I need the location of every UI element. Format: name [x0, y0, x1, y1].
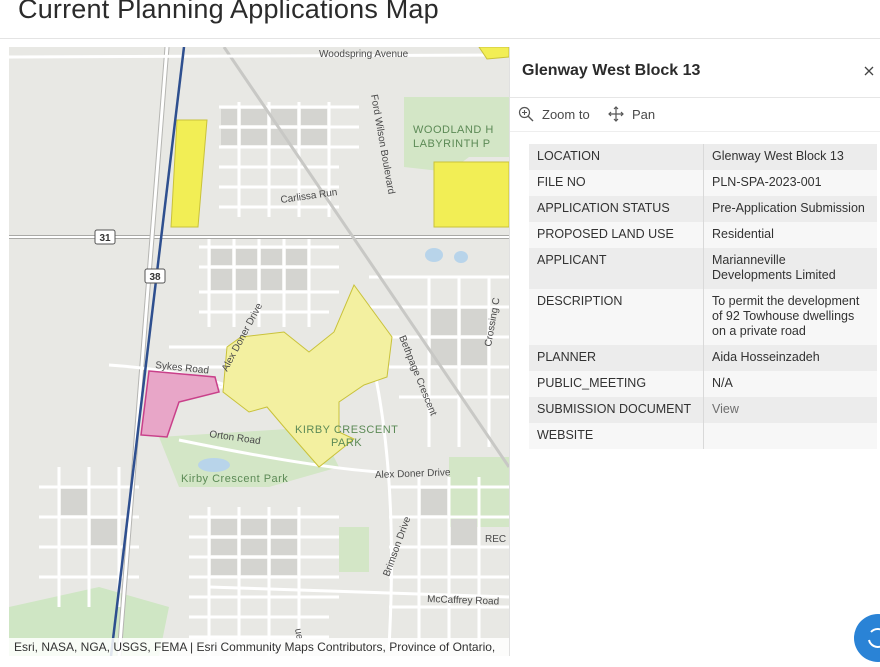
attribute-value: Residential [703, 222, 877, 248]
map-attribution: Esri, NASA, NGA, USGS, FEMA | Esri Commu… [9, 638, 509, 656]
attribute-value: Pre-Application Submission [703, 196, 877, 222]
popup-title: Glenway West Block 13 [522, 62, 701, 79]
table-row: LOCATION Glenway West Block 13 [529, 144, 877, 170]
actions-divider [510, 131, 880, 132]
attribute-value: Marianneville Developments Limited [703, 248, 877, 289]
road-label-woodspring: Woodspring Avenue [319, 49, 409, 60]
attribute-value: Glenway West Block 13 [703, 144, 877, 170]
app-title: Current Planning Applications Map [18, 0, 439, 24]
attribute-label: PLANNER [529, 345, 704, 371]
attribute-label: SUBMISSION DOCUMENT [529, 397, 704, 423]
attribute-label: APPLICATION STATUS [529, 196, 704, 222]
table-row: APPLICANT Marianneville Developments Lim… [529, 248, 877, 289]
attribute-label: APPLICANT [529, 248, 704, 289]
park-east [339, 527, 369, 572]
refresh-icon [868, 627, 880, 648]
attribute-label: LOCATION [529, 144, 704, 170]
submission-document-link[interactable]: View [703, 397, 877, 423]
attribute-value: Aida Hosseinzadeh [703, 345, 877, 371]
table-row: WEBSITE [529, 423, 877, 449]
attribute-table: LOCATION Glenway West Block 13 FILE NO P… [529, 144, 877, 449]
table-row: DESCRIPTION To permit the development of… [529, 289, 877, 345]
place-label-woodland-1: WOODLAND H [413, 124, 494, 136]
attribute-label: PUBLIC_MEETING [529, 371, 704, 397]
place-label-woodland-2: LABYRINTH P [413, 138, 491, 150]
attribute-value: N/A [703, 371, 877, 397]
attribute-label: FILE NO [529, 170, 704, 196]
attribute-label: WEBSITE [529, 423, 704, 449]
map-view[interactable]: 31 38 Woodspring Avenue Ford Wilson Boul… [9, 47, 509, 656]
attribute-value: To permit the development of 92 Towhouse… [703, 289, 877, 345]
floating-action-button[interactable] [854, 614, 880, 662]
route-38-shield: 38 [144, 268, 166, 284]
zoom-to-label: Zoom to [542, 106, 590, 122]
place-label-kirby-park: Kirby Crescent Park [181, 473, 288, 485]
table-row: SUBMISSION DOCUMENT View [529, 397, 877, 423]
map-canvas[interactable]: 31 38 Woodspring Avenue Ford Wilson Boul… [9, 47, 509, 656]
table-row: PLANNER Aida Hosseinzadeh [529, 345, 877, 371]
table-row: PUBLIC_MEETING N/A [529, 371, 877, 397]
place-label-kirby-1: KIRBY CRESCENT [295, 424, 398, 436]
pan-button[interactable]: Pan [608, 105, 655, 123]
popup-header-divider [510, 97, 880, 98]
attribute-label: PROPOSED LAND USE [529, 222, 704, 248]
zoom-to-button[interactable]: Zoom to [518, 105, 590, 123]
table-row: APPLICATION STATUS Pre-Application Submi… [529, 196, 877, 222]
svg-text:38: 38 [149, 272, 161, 283]
close-button[interactable] [861, 63, 877, 79]
attribute-label: DESCRIPTION [529, 289, 704, 345]
table-row: FILE NO PLN-SPA-2023-001 [529, 170, 877, 196]
pan-icon [608, 106, 624, 122]
place-label-rec: REC [485, 534, 506, 545]
pond-3 [454, 251, 468, 263]
pan-label: Pan [632, 106, 656, 122]
svg-text:31: 31 [99, 233, 111, 244]
close-icon [864, 66, 874, 76]
table-row: PROPOSED LAND USE Residential [529, 222, 877, 248]
attribute-value: PLN-SPA-2023-001 [703, 170, 877, 196]
attribute-value [703, 423, 877, 449]
pond-1 [198, 458, 230, 472]
zoom-in-icon [518, 106, 534, 122]
place-label-kirby-2: PARK [331, 437, 362, 449]
popup-panel: Glenway West Block 13 Zoom to Pan LOCATI… [509, 47, 880, 656]
app-header: Current Planning Applications Map [0, 0, 880, 39]
route-31-shield: 31 [94, 229, 116, 245]
application-area-woodland[interactable] [433, 161, 509, 228]
pond-2 [425, 248, 443, 262]
